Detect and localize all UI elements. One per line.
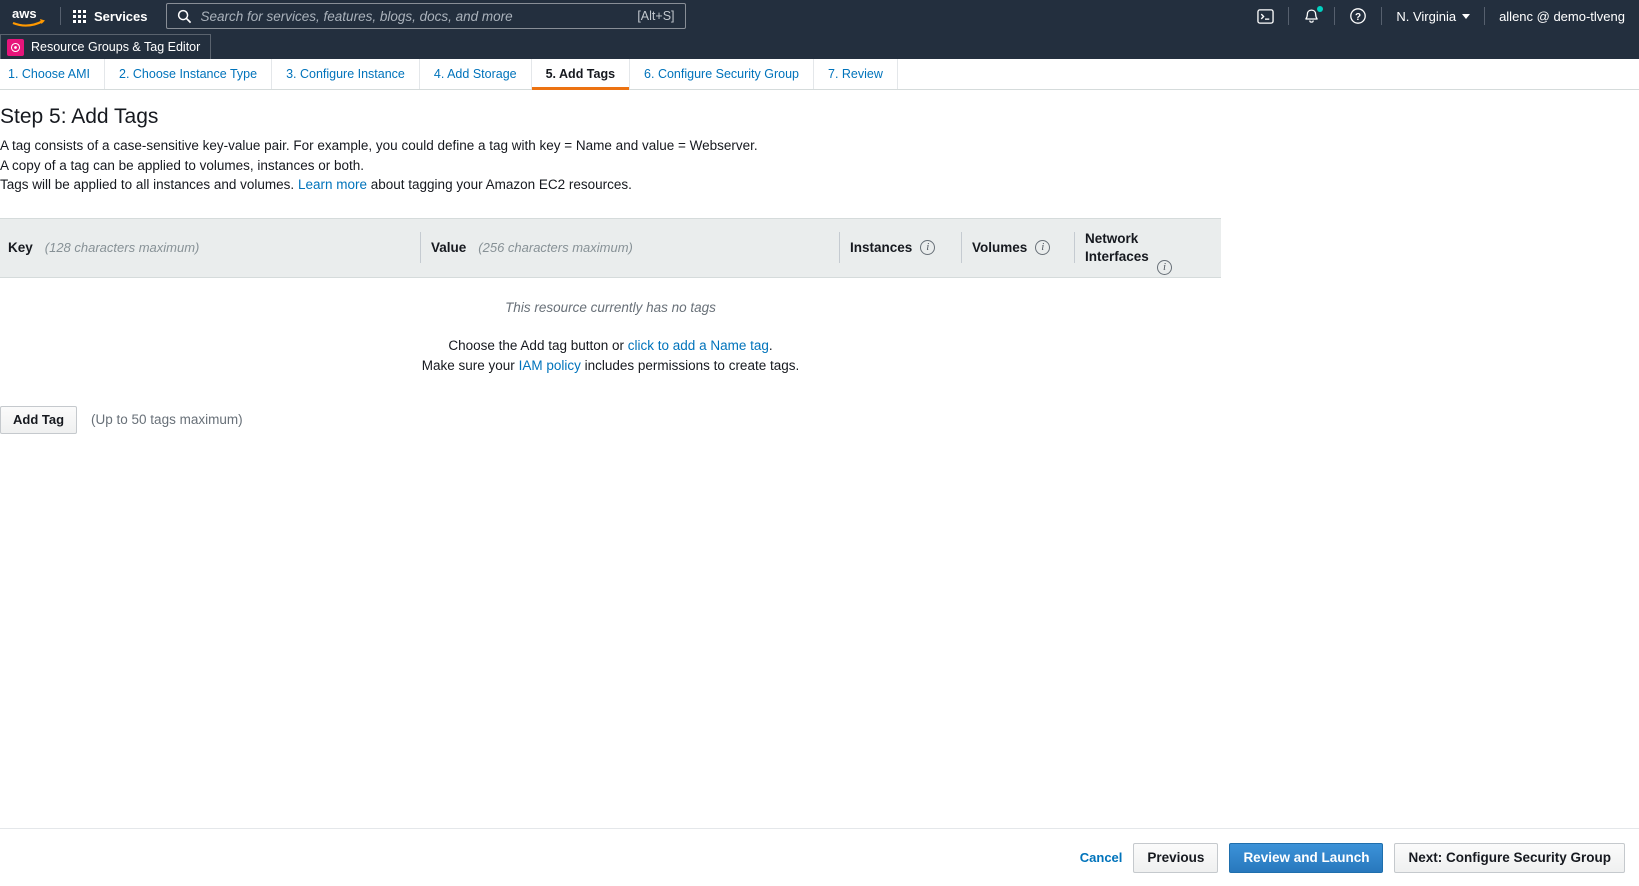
column-label: Network Interfaces	[1085, 230, 1149, 264]
column-header-network-interfaces: Network Interfaces i	[1075, 219, 1221, 277]
region-selector[interactable]: N. Virginia	[1382, 0, 1484, 32]
tags-table-header: Key (128 characters maximum) Value (256 …	[0, 217, 1221, 278]
chevron-down-icon	[1462, 13, 1471, 19]
description-line-2: A copy of a tag can be applied to volume…	[0, 157, 364, 173]
info-icon[interactable]: i	[1157, 259, 1172, 275]
region-label: N. Virginia	[1396, 8, 1457, 24]
page-title: Step 5: Add Tags	[0, 105, 159, 128]
empty-state-message: This resource currently has no tags	[505, 299, 716, 315]
wizard-step-label: 4. Add Storage	[433, 67, 517, 81]
column-label: Value	[431, 240, 467, 256]
wizard-step-label: 3. Configure Instance	[286, 67, 405, 81]
hint-line-1-post: .	[768, 337, 773, 353]
notification-badge-dot	[1317, 6, 1324, 12]
column-header-instances: Instances i	[840, 219, 961, 277]
wizard-step-2[interactable]: 2. Choose Instance Type	[105, 59, 273, 89]
description-line-1: A tag consists of a case-sensitive key-v…	[0, 138, 758, 154]
cancel-button[interactable]: Cancel	[1080, 850, 1123, 865]
hint-line-1-pre: Choose the Add tag button or	[448, 337, 625, 353]
aws-logo[interactable]: aws	[0, 0, 60, 32]
column-hint: (128 characters maximum)	[44, 240, 200, 256]
wizard-step-3[interactable]: 3. Configure Instance	[272, 59, 420, 89]
wizard-step-5-active: 5. Add Tags	[531, 59, 631, 90]
notifications-button[interactable]	[1289, 0, 1334, 32]
tags-table: Key (128 characters maximum) Value (256 …	[0, 217, 1639, 434]
wizard-step-label: 1. Choose AMI	[8, 67, 90, 81]
add-tag-button[interactable]: Add Tag	[0, 405, 78, 434]
search-input[interactable]	[191, 7, 630, 25]
wizard-action-bar: Cancel Previous Review and Launch Next: …	[0, 828, 1639, 886]
description-line-3-pre: Tags will be applied to all instances an…	[0, 177, 295, 193]
description-line-3: Tags will be applied to all instances an…	[0, 175, 1639, 195]
wizard-step-label: 6. Configure Security Group	[644, 67, 799, 81]
resource-groups-icon	[7, 38, 24, 56]
service-tab-resource-groups[interactable]: Resource Groups & Tag Editor	[0, 34, 212, 59]
grid-icon	[73, 9, 86, 23]
nav-right-cluster: ? N. Virginia allenc @ demo-tlveng	[1243, 0, 1639, 32]
info-icon[interactable]: i	[1035, 240, 1051, 256]
svg-text:aws: aws	[12, 6, 37, 21]
wizard-step-4[interactable]: 4. Add Storage	[420, 59, 532, 89]
wizard-step-1[interactable]: 1. Choose AMI	[0, 59, 105, 89]
column-hint: (256 characters maximum)	[478, 240, 633, 256]
terminal-icon	[1257, 8, 1275, 24]
services-menu-button[interactable]: Services	[61, 0, 160, 32]
wizard-step-label: 5. Add Tags	[545, 67, 616, 81]
tags-table-body: This resource currently has no tags Choo…	[0, 278, 1221, 376]
search-shortcut-hint: [Alt+S]	[637, 9, 675, 23]
column-label: Instances	[850, 240, 913, 256]
empty-state-hint-line-2: Make sure your IAM policy includes permi…	[0, 356, 1221, 376]
description-line-3-post: about tagging your Amazon EC2 resources.	[370, 177, 632, 193]
review-and-launch-button[interactable]: Review and Launch	[1229, 842, 1384, 873]
iam-policy-link[interactable]: IAM policy	[519, 358, 581, 373]
main-content: Step 5: Add Tags A tag consists of a cas…	[0, 90, 1639, 434]
question-circle-icon: ?	[1350, 8, 1367, 24]
hint-line-2-post: includes permissions to create tags.	[584, 357, 800, 373]
account-label: allenc @ demo-tlveng	[1499, 8, 1625, 24]
column-header-volumes: Volumes i	[962, 219, 1074, 277]
add-tag-row: Add Tag (Up to 50 tags maximum)	[0, 405, 1639, 434]
wizard-step-7[interactable]: 7. Review	[814, 59, 898, 89]
learn-more-link[interactable]: Learn more	[298, 177, 367, 192]
column-label: Volumes	[972, 240, 1028, 256]
global-search-box[interactable]: [Alt+S]	[165, 3, 686, 29]
column-label: Key	[8, 240, 33, 256]
wizard-step-label: 2. Choose Instance Type	[119, 67, 258, 81]
service-tab-bar: Resource Groups & Tag Editor	[0, 32, 1639, 59]
hint-line-2-pre: Make sure your	[421, 357, 515, 373]
max-tags-hint: (Up to 50 tags maximum)	[91, 412, 243, 428]
empty-state-hint-line-1: Choose the Add tag button or click to ad…	[0, 336, 1221, 356]
page-description: A tag consists of a case-sensitive key-v…	[0, 136, 1639, 195]
service-tab-label: Resource Groups & Tag Editor	[31, 40, 201, 54]
global-navigation-bar: aws Services [Alt+S]	[0, 0, 1639, 32]
steps-filler	[898, 59, 1639, 89]
next-configure-security-group-button[interactable]: Next: Configure Security Group	[1394, 842, 1625, 873]
previous-button[interactable]: Previous	[1133, 842, 1219, 873]
wizard-step-label: 7. Review	[828, 67, 883, 81]
add-name-tag-link[interactable]: click to add a Name tag	[628, 338, 769, 353]
wizard-step-nav: 1. Choose AMI 2. Choose Instance Type 3.…	[0, 59, 1639, 90]
services-menu-label: Services	[94, 8, 148, 24]
wizard-step-6[interactable]: 6. Configure Security Group	[630, 59, 814, 89]
info-icon[interactable]: i	[920, 240, 936, 256]
cloudshell-button[interactable]	[1243, 0, 1288, 32]
help-button[interactable]: ?	[1335, 0, 1381, 32]
column-header-key: Key (128 characters maximum)	[0, 219, 420, 277]
column-header-value: Value (256 characters maximum)	[421, 219, 839, 277]
search-icon	[177, 9, 191, 23]
account-menu[interactable]: allenc @ demo-tlveng	[1485, 0, 1639, 32]
svg-text:?: ?	[1355, 12, 1361, 23]
